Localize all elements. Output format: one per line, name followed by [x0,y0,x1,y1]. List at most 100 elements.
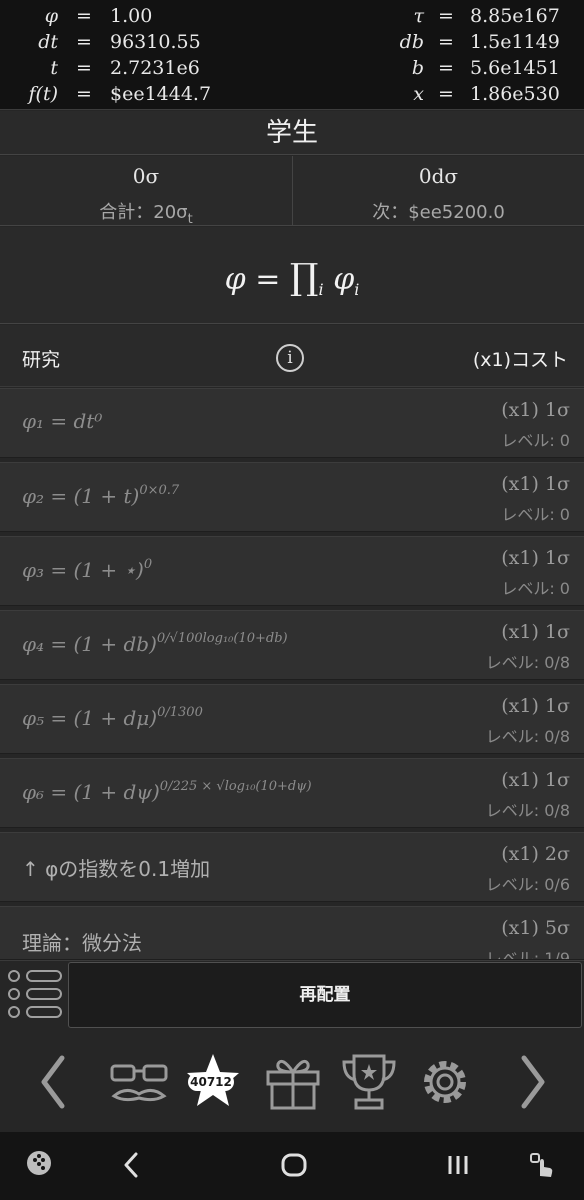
upgrade-phi2[interactable]: φ₂ = (1 + t)0×0.7 (x1) 1σ レベル: 0 [0,462,584,532]
sigma-total: 合計：20σt [0,198,292,227]
var-name-ft: f(t) [28,83,59,105]
variable-row-1: φ = 1.00 τ = 8.85e167 [0,5,584,30]
sigma-total-label: 合計：20σ [99,202,188,223]
upgrade-formula: φ₁ = dt⁰ [22,409,103,433]
rearrange-button[interactable]: 再配置 [68,962,582,1028]
var-value-tau: 8.85e167 [470,5,560,27]
var-value-ft: $ee1444.7 [110,83,212,105]
var-equals: = [438,83,454,105]
trophy-icon[interactable] [340,1052,398,1112]
dsigma-cell: 0dσ 次：$ee5200.0 [292,156,584,226]
upgrade-formula: φ₄ = (1 + db)0/√100log₁₀(10+db) [22,631,288,656]
chevron-left-icon[interactable] [36,1052,68,1112]
var-value-b: 5.6e1451 [470,57,560,79]
upgrade-formula: φ₅ = (1 + dμ)0/1300 [22,705,203,730]
upgrade-formula: ↑ φの指数を0.1増加 [22,857,211,881]
upgrade-cost: (x1) 1σ [501,695,570,717]
next-cost: 次：$ee5200.0 [372,202,505,223]
var-value-t: 2.7231e6 [110,57,200,79]
menu-list-icon[interactable] [6,966,62,1024]
upgrade-level: レベル: 0 [501,579,570,598]
back-icon[interactable] [120,1150,142,1184]
upgrade-cost: (x1) 2σ [501,843,570,865]
upgrade-formula-base: φ₆ = (1 + dψ) [22,780,160,804]
upgrade-cost: (x1) 1σ [501,769,570,791]
sigma-value: 0σ [132,164,160,188]
star-count-badge: 40712 [188,1073,234,1091]
upgrade-phi-exponent[interactable]: ↑ φの指数を0.1増加 (x1) 2σ レベル: 0/6 [0,832,584,902]
upgrade-formula-base: φ₅ = (1 + dμ) [22,706,158,730]
var-name-dt: dt [38,31,58,53]
var-name-db: db [399,31,424,53]
formula-rhs: φ [323,262,355,297]
upgrade-phi1[interactable]: φ₁ = dt⁰ (x1) 1σ レベル: 0 [0,388,584,458]
cost-header[interactable]: (x1)コスト [473,345,568,372]
upgrade-level: レベル: 0/6 [485,875,570,894]
var-equals: = [76,57,92,79]
upgrade-cost: (x1) 1σ [501,547,570,569]
upgrade-level: レベル: 1/9 [485,949,570,960]
theory-formula-panel: φ = ∏i φi [0,227,584,324]
var-value-phi: 1.00 [110,5,153,27]
upgrade-formula: φ₆ = (1 + dψ)0/225 × √log₁₀(10+dψ) [22,779,312,804]
theory-formula: φ = ∏i φi [0,257,584,299]
upgrade-level: レベル: 0 [501,505,570,524]
gift-icon[interactable] [264,1052,322,1112]
upgrade-level: レベル: 0/8 [485,653,570,672]
sigma-total-subscript: t [187,212,193,227]
upgrade-level: レベル: 0/8 [485,801,570,820]
home-icon[interactable] [280,1150,308,1184]
glasses-mustache-icon[interactable] [108,1052,170,1112]
var-name-phi: φ [44,5,58,27]
recent-apps-icon[interactable] [446,1150,470,1184]
var-equals: = [76,31,92,53]
var-name-b: b [411,57,424,79]
var-name-x: x [413,83,424,105]
upgrade-theory-calculus[interactable]: 理論：微分法 (x1) 5σ レベル: 1/9 [0,906,584,960]
upgrade-cost: (x1) 1σ [501,399,570,421]
upgrade-phi3[interactable]: φ₃ = (1 + ⋆)0 (x1) 1σ レベル: 0 [0,536,584,606]
variable-row-3: t = 2.7231e6 b = 5.6e1451 [0,57,584,82]
upgrade-formula-base: φ₃ = (1 + ⋆) [22,558,144,582]
upgrade-formula: 理論：微分法 [22,931,142,955]
upgrade-exponent: 0 [143,557,153,572]
var-name-t: t [50,57,58,79]
upgrade-cost: (x1) 5σ [501,917,570,939]
theory-title: 学生 [0,111,584,155]
chevron-right-icon[interactable] [518,1052,550,1112]
info-icon[interactable]: i [276,344,304,372]
stats-row: 0σ 合計：20σt 0dσ 次：$ee5200.0 [0,156,584,227]
upgrade-formula: φ₃ = (1 + ⋆)0 [22,557,152,582]
product-symbol: ∏ [289,257,319,298]
upgrade-formula: φ₂ = (1 + t)0×0.7 [22,483,179,508]
dsigma-value: 0dσ [418,164,459,188]
game-launcher-icon[interactable] [26,1150,52,1180]
formula-lhs: φ = [224,262,290,297]
var-value-x: 1.86e530 [470,83,560,105]
upgrade-cost: (x1) 1σ [501,621,570,643]
var-equals: = [438,57,454,79]
upgrade-exponent: 0/1300 [157,705,203,720]
variable-row-2: dt = 96310.55 db = 1.5e1149 [0,31,584,56]
research-title: 研究 [22,349,61,371]
sigma-cell: 0σ 合計：20σt [0,156,292,227]
upgrade-level: レベル: 0/8 [485,727,570,746]
upgrade-phi4[interactable]: φ₄ = (1 + db)0/√100log₁₀(10+db) (x1) 1σ … [0,610,584,680]
upgrade-formula-base: φ₄ = (1 + db) [22,632,157,656]
var-equals: = [438,31,454,53]
gear-icon[interactable] [416,1052,474,1112]
upgrade-phi5[interactable]: φ₅ = (1 + dμ)0/1300 (x1) 1σ レベル: 0/8 [0,684,584,754]
var-value-dt: 96310.55 [110,31,201,53]
upgrade-phi6[interactable]: φ₆ = (1 + dψ)0/225 × √log₁₀(10+dψ) (x1) … [0,758,584,828]
var-name-tau: τ [413,5,424,27]
upgrade-cost: (x1) 1σ [501,473,570,495]
var-equals: = [76,5,92,27]
accessibility-touch-icon[interactable] [528,1150,558,1184]
upgrade-exponent: 0/225 × √log₁₀(10+dψ) [159,779,312,794]
variable-row-4: f(t) = $ee1444.7 x = 1.86e530 [0,83,584,108]
var-equals: = [76,83,92,105]
upgrade-exponent: 0×0.7 [139,483,180,498]
rhs-index: i [354,280,360,299]
upgrade-formula-base: φ₂ = (1 + t) [22,484,140,508]
upgrade-exponent: 0/√100log₁₀(10+db) [156,631,288,646]
